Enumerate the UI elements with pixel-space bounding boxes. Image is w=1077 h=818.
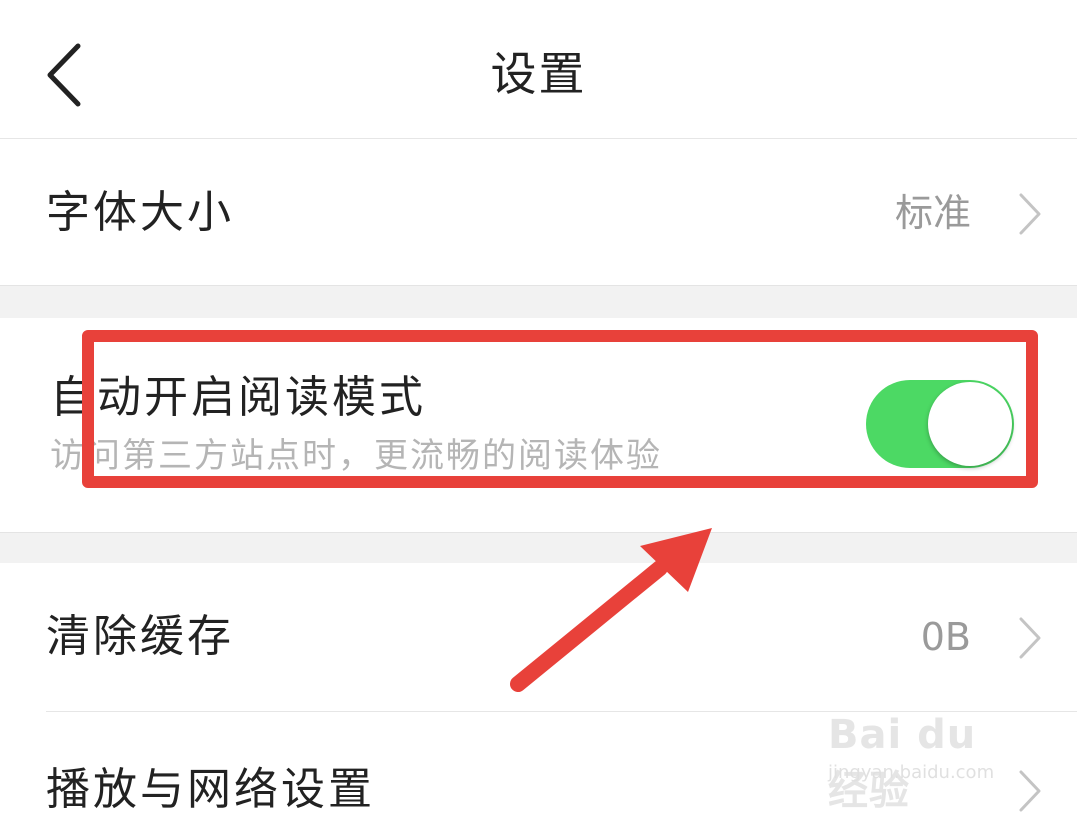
section-gap-2 <box>0 532 1077 564</box>
page-title: 设置 <box>490 47 587 101</box>
font-size-row[interactable]: 字体大小 标准 <box>0 139 1077 285</box>
network-settings-row[interactable]: 播放与网络设置 <box>0 712 1077 815</box>
clear-cache-row[interactable]: 清除缓存 0B <box>0 563 1077 711</box>
network-settings-label: 播放与网络设置 <box>46 764 375 815</box>
font-size-label: 字体大小 <box>46 187 234 238</box>
reading-mode-toggle[interactable] <box>866 380 1014 468</box>
section-gap <box>0 285 1077 319</box>
chevron-right-icon <box>1019 193 1041 235</box>
chevron-right-icon <box>1019 770 1041 812</box>
clear-cache-value: 0B <box>920 615 971 659</box>
reading-mode-description: 访问第三方站点时，更流畅的阅读体验 <box>50 436 662 476</box>
clear-cache-label: 清除缓存 <box>46 611 234 662</box>
reading-mode-label: 自动开启阅读模式 <box>50 372 426 423</box>
reading-mode-row: 自动开启阅读模式 访问第三方站点时，更流畅的阅读体验 <box>0 318 1077 532</box>
toggle-knob <box>928 382 1012 466</box>
font-size-value: 标准 <box>894 191 971 235</box>
chevron-right-icon <box>1019 617 1041 659</box>
top-bar: 设置 <box>0 0 1077 139</box>
